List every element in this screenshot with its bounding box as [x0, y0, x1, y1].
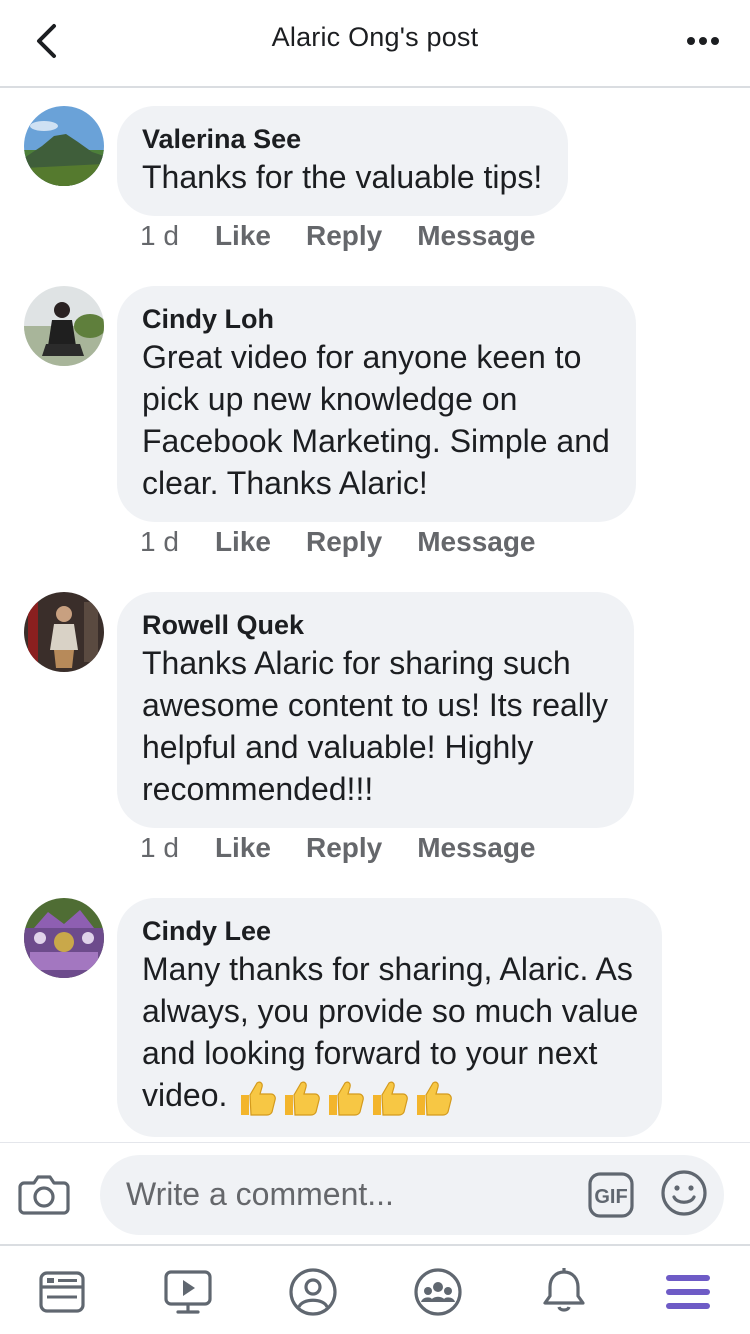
comment-author[interactable]: Cindy Loh — [142, 302, 610, 336]
avatar[interactable] — [24, 898, 104, 978]
smiley-icon — [661, 1170, 707, 1216]
tab-profile[interactable] — [285, 1264, 341, 1320]
tab-menu[interactable] — [660, 1264, 716, 1320]
thumbs-up-icon — [285, 1081, 321, 1116]
comment-text: Thanks Alaric for sharing such awesome c… — [142, 645, 608, 807]
camera-button[interactable] — [18, 1169, 70, 1219]
like-button[interactable]: Like — [215, 526, 271, 558]
tab-notifications[interactable] — [536, 1264, 592, 1320]
profile-icon — [289, 1268, 337, 1316]
thumbs-up-icon — [373, 1081, 409, 1116]
emoji-button[interactable] — [660, 1169, 708, 1217]
avatar[interactable] — [24, 592, 104, 672]
comment-time: 1 d — [140, 832, 179, 863]
like-button[interactable]: Like — [215, 220, 271, 252]
avatar[interactable] — [24, 106, 104, 186]
comment-time: 1 d — [140, 526, 179, 557]
comment-time: 1 d — [140, 220, 179, 251]
top-bar: Alaric Ong's post — [0, 0, 750, 88]
thumbs-up-icon — [329, 1081, 365, 1116]
comment-author[interactable]: Cindy Lee — [142, 914, 638, 948]
camera-icon — [18, 1175, 70, 1215]
comment-text: Many thanks for sharing, Alaric. As alwa… — [142, 948, 638, 1119]
thumbs-up-icon — [241, 1081, 277, 1116]
message-button[interactable]: Message — [417, 220, 535, 252]
comment-bubble[interactable]: Cindy Loh Great video for anyone keen to… — [117, 286, 636, 522]
comment-actions: 1 d Like Reply Message — [140, 832, 571, 864]
page-title: Alaric Ong's post — [271, 22, 479, 52]
news-feed-icon — [39, 1271, 85, 1313]
comment-actions: 1 d Like Reply Message — [140, 526, 571, 558]
groups-icon — [414, 1268, 462, 1316]
more-horizontal-icon — [687, 37, 719, 45]
gif-label: GIF — [594, 1186, 627, 1208]
tab-news-feed[interactable] — [34, 1264, 90, 1320]
comment-bubble[interactable]: Valerina See Thanks for the valuable tip… — [117, 106, 569, 216]
comment-author[interactable]: Valerina See — [142, 122, 542, 156]
menu-icon — [666, 1275, 710, 1309]
comment-bubble[interactable]: Rowell Quek Thanks Alaric for sharing su… — [117, 592, 634, 828]
message-button[interactable]: Message — [417, 526, 535, 558]
bottom-tab-bar — [0, 1246, 750, 1334]
reply-button[interactable]: Reply — [306, 220, 382, 252]
comment-composer: Write a comment... GIF — [0, 1142, 750, 1246]
notifications-icon — [543, 1268, 585, 1312]
watch-icon — [164, 1270, 212, 1314]
more-options-button[interactable] — [678, 16, 728, 66]
tab-watch[interactable] — [160, 1264, 216, 1320]
message-button[interactable]: Message — [417, 832, 535, 864]
like-button[interactable]: Like — [215, 832, 271, 864]
comment-bubble[interactable]: Cindy Lee Many thanks for sharing, Alari… — [117, 898, 663, 1137]
comment-text: Thanks for the valuable tips! — [142, 159, 543, 195]
comments-list[interactable]: Valerina See Thanks for the valuable tip… — [0, 90, 750, 1142]
gif-button[interactable]: GIF — [587, 1171, 635, 1219]
comment-actions: 1 d Like Reply Message — [140, 220, 571, 252]
thumbs-up-icon — [417, 1081, 453, 1116]
thumbs-up-emojis — [235, 1077, 455, 1119]
reply-button[interactable]: Reply — [306, 832, 382, 864]
comment-text: Great video for anyone keen to pick up n… — [142, 339, 610, 501]
avatar[interactable] — [24, 286, 104, 366]
tab-groups[interactable] — [410, 1264, 466, 1320]
comment-author[interactable]: Rowell Quek — [142, 608, 608, 642]
comment-input-placeholder: Write a comment... — [126, 1176, 394, 1212]
reply-button[interactable]: Reply — [306, 526, 382, 558]
